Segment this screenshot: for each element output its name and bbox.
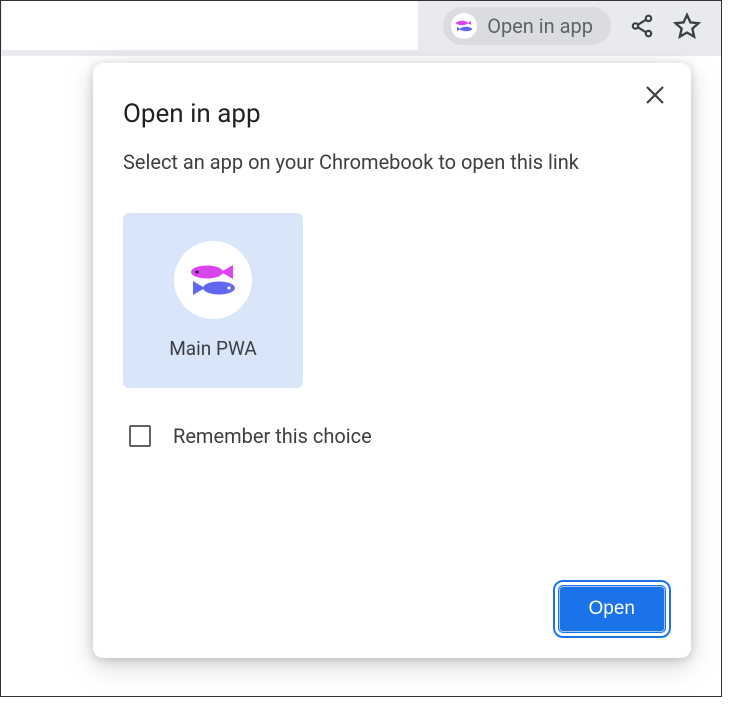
browser-toolbar: Open in app (1, 1, 721, 56)
close-button[interactable] (641, 81, 669, 109)
window-frame: Open in app (0, 0, 722, 697)
dialog-subtitle: Select an app on your Chromebook to open… (123, 147, 643, 177)
open-in-app-dialog: Open in app Select an app on your Chrome… (93, 63, 691, 658)
close-icon (645, 85, 665, 105)
remember-choice-row: Remember this choice (129, 424, 661, 448)
open-button[interactable]: Open (557, 584, 667, 634)
remember-checkbox[interactable] (129, 425, 151, 447)
fish-app-icon (174, 241, 252, 319)
app-option-main-pwa[interactable]: Main PWA (123, 213, 303, 388)
address-bar-area (2, 1, 418, 50)
dialog-footer: Open (557, 584, 667, 634)
remember-choice-label: Remember this choice (173, 424, 372, 448)
share-icon[interactable] (629, 13, 655, 39)
fish-app-icon (451, 13, 477, 39)
open-in-app-chip[interactable]: Open in app (443, 7, 611, 45)
open-chip-label: Open in app (487, 14, 593, 38)
dialog-title: Open in app (123, 99, 661, 129)
bookmark-star-icon[interactable] (673, 12, 701, 40)
app-option-label: Main PWA (169, 337, 257, 360)
toolbar-right-group: Open in app (443, 7, 701, 45)
